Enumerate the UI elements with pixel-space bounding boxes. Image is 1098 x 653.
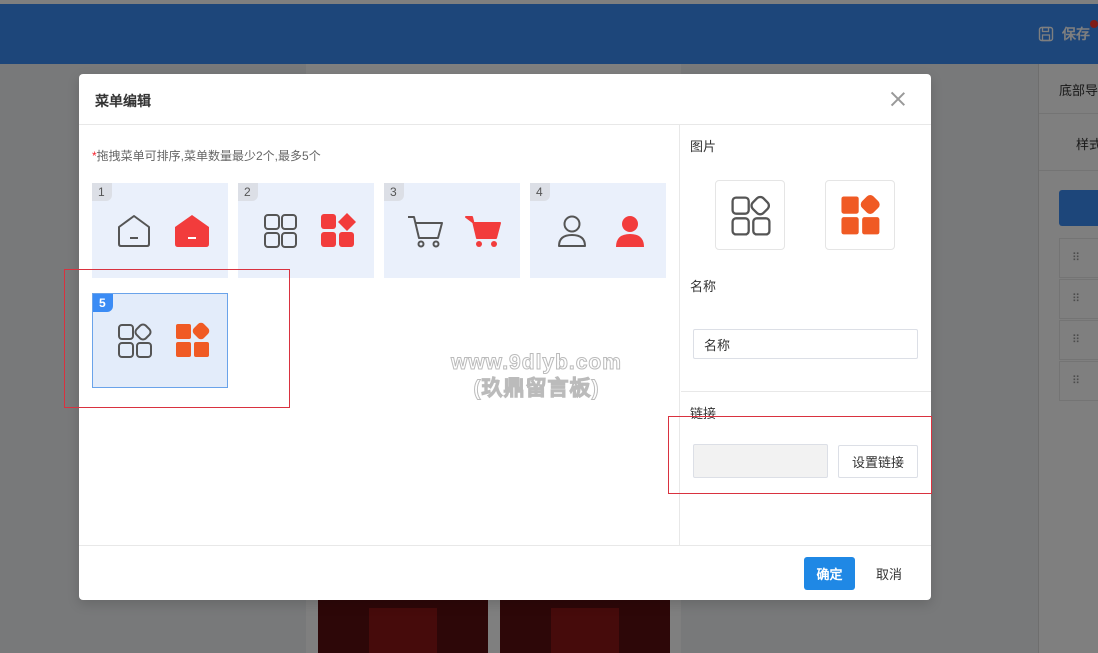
menu-item-2[interactable]: 2: [238, 183, 374, 278]
watermark: www.9dlyb.com (玖鼎留言板): [451, 350, 622, 402]
name-input[interactable]: [693, 329, 918, 359]
grid-icon: [264, 214, 297, 248]
dialog-title: 菜单编辑: [95, 93, 151, 109]
menu-item-number: 3: [384, 183, 404, 201]
cart-icon: [408, 216, 443, 248]
image-label: 图片: [690, 139, 717, 154]
sort-tip: *拖拽菜单可排序,菜单数量最少2个,最多5个: [92, 147, 321, 164]
name-label: 名称: [690, 279, 717, 294]
divider: [681, 391, 931, 392]
apps-filled-icon: [841, 195, 880, 235]
menu-item-3[interactable]: 3: [384, 183, 520, 278]
home-icon: [118, 215, 150, 247]
home-filled-icon: [175, 215, 209, 247]
close-icon[interactable]: [889, 90, 907, 108]
cart-filled-icon: [465, 216, 501, 247]
menu-item-number: 4: [530, 183, 550, 201]
dialog-header: 菜单编辑: [79, 74, 931, 125]
menu-item-number: 2: [238, 183, 258, 201]
active-icon-picker[interactable]: [825, 180, 895, 250]
annotation-box: [668, 416, 932, 494]
menu-item-1[interactable]: 1: [92, 183, 228, 278]
menu-item-number: 1: [92, 183, 112, 201]
watermark-site-name: (玖鼎留言板): [473, 377, 600, 401]
dialog-footer: 确定 取消: [79, 545, 931, 600]
sort-tip-text: 拖拽菜单可排序,菜单数量最少2个,最多5个: [96, 149, 321, 163]
user-icon: [558, 215, 586, 247]
user-filled-icon: [616, 216, 644, 247]
watermark-url: www.9dlyb.com: [451, 351, 622, 375]
apps-icon: [731, 195, 771, 236]
grid-filled-icon: [321, 213, 356, 247]
cancel-button[interactable]: 取消: [865, 557, 913, 590]
confirm-button[interactable]: 确定: [804, 557, 855, 590]
annotation-box: [64, 269, 290, 408]
default-icon-picker[interactable]: [715, 180, 785, 250]
menu-item-4[interactable]: 4: [530, 183, 666, 278]
